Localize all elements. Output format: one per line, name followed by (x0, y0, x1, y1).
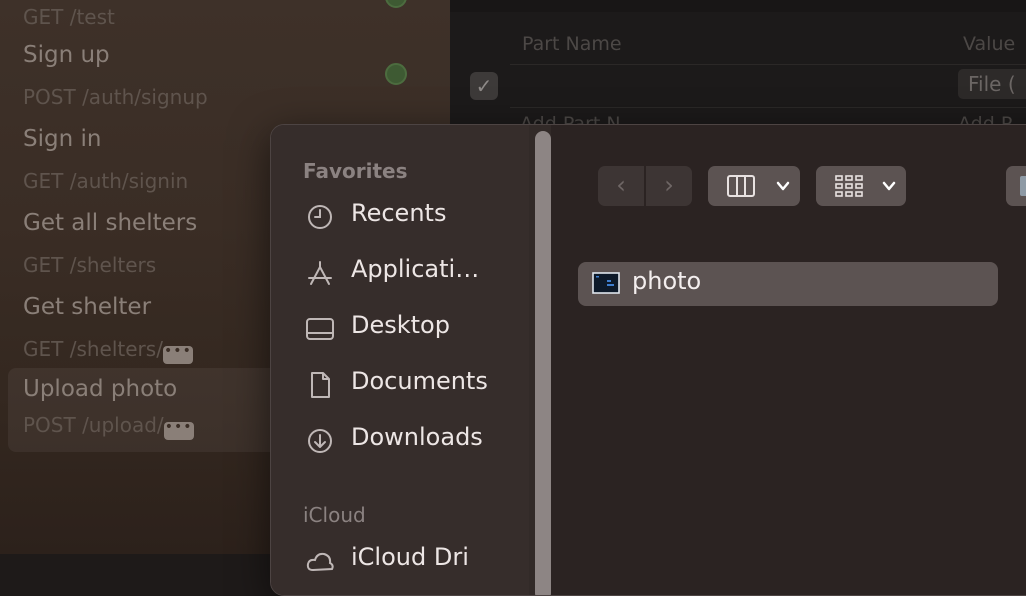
file-name: photo (632, 267, 702, 295)
part-type-file-badge[interactable]: File ( (958, 69, 1026, 99)
icloud-section-header: iCloud (303, 503, 366, 527)
sidebar-scrollbar-thumb[interactable] (535, 131, 551, 595)
downloads-icon (308, 429, 332, 453)
request-item-get-shelter[interactable]: Get shelter GET /shelters/••• (8, 292, 298, 376)
clock-icon (308, 205, 332, 229)
request-name: Sign in (23, 126, 102, 152)
request-name: Sign up (23, 42, 110, 68)
request-item-sign-up[interactable]: Sign up POST /auth/signup (8, 40, 298, 124)
request-item-sign-in[interactable]: Sign in GET /auth/signin (8, 124, 298, 208)
sidebar-item-recents[interactable]: Recents (305, 199, 520, 233)
chevron-down-icon (776, 181, 790, 191)
sidebar-item-applications[interactable]: Applicati… (305, 255, 520, 289)
share-button[interactable] (1006, 166, 1026, 206)
request-route: GET /shelters/••• (23, 337, 193, 364)
request-item-test[interactable]: GET /test (8, 0, 298, 44)
sidebar-item-label: Applicati… (351, 255, 480, 283)
more-path-icon: ••• (162, 344, 193, 364)
more-path-icon: ••• (163, 420, 194, 440)
forward-button[interactable]: › (646, 166, 692, 206)
dialog-sidebar: Favorites Recents Applicati… Desktop Doc… (271, 125, 536, 595)
columns-view-icon (727, 175, 755, 197)
request-name: Get all shelters (23, 210, 198, 236)
file-item-photo[interactable]: photo (578, 262, 998, 306)
request-route: POST /upload/••• (23, 413, 194, 440)
request-name: Upload photo (23, 376, 178, 402)
document-icon (311, 372, 330, 398)
sidebar-item-label: Desktop (351, 311, 450, 339)
column-header-part-name: Part Name (522, 33, 622, 55)
column-view-button[interactable] (708, 166, 800, 206)
share-icon (1020, 176, 1026, 196)
request-item-upload-photo[interactable]: Upload photo POST /upload/••• (8, 368, 298, 452)
request-route: GET /auth/signin (23, 169, 189, 193)
request-route: GET /shelters (23, 253, 157, 277)
request-route: POST /auth/signup (23, 85, 208, 109)
request-route-text: POST /upload/ (23, 413, 164, 437)
back-button[interactable]: ‹ (598, 166, 644, 206)
request-route: GET /test (23, 5, 115, 29)
request-route-text: GET /shelters/ (23, 337, 163, 361)
sidebar-item-label: Documents (351, 367, 488, 395)
sidebar-item-desktop[interactable]: Desktop (305, 311, 520, 345)
status-dot (385, 63, 407, 85)
sidebar-item-documents[interactable]: Documents (305, 367, 520, 401)
part-enabled-checkbox[interactable]: ✓ (470, 72, 498, 100)
panel-topbar (450, 0, 1026, 12)
image-file-icon (592, 272, 620, 294)
applications-icon (308, 261, 332, 285)
group-by-button[interactable] (816, 166, 906, 206)
desktop-icon (306, 318, 334, 340)
sidebar-item-icloud-drive[interactable]: iCloud Dri (305, 543, 520, 577)
table-divider (510, 64, 1026, 65)
status-dot (385, 0, 407, 8)
grid-view-icon (835, 175, 863, 197)
sidebar-item-label: Recents (351, 199, 447, 227)
request-name: Get shelter (23, 294, 152, 320)
icloud-icon (306, 552, 334, 572)
request-item-get-all-shelters[interactable]: Get all shelters GET /shelters (8, 208, 298, 292)
chevron-down-icon (882, 181, 896, 191)
sidebar-item-label: Downloads (351, 423, 483, 451)
column-header-value: Value (963, 33, 1016, 55)
favorites-section-header: Favorites (303, 159, 408, 183)
sidebar-item-label: iCloud Dri (351, 543, 469, 571)
table-divider (510, 107, 1026, 108)
sidebar-item-downloads[interactable]: Downloads (305, 423, 520, 457)
